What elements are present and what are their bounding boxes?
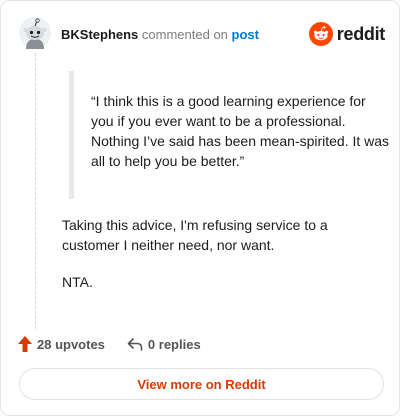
replies-button[interactable]: 0 replies [127, 337, 201, 352]
reddit-snoo-icon [308, 22, 333, 46]
user-avatar-icon[interactable] [19, 17, 51, 49]
quoted-text: “I think this is a good learning experie… [91, 93, 390, 169]
upvote-button[interactable]: 28 upvotes [18, 336, 105, 352]
comment-header: BKStephens commented on post reddit [19, 17, 385, 51]
comment-paragraph: Taking this advice, I'm refusing service… [62, 217, 328, 253]
reddit-logo[interactable]: reddit [308, 21, 386, 47]
comment-paragraph: NTA. [62, 274, 93, 290]
reply-arrow-icon [127, 338, 143, 351]
comment-byline: BKStephens commented on post [61, 27, 259, 42]
reddit-wordmark: reddit [336, 23, 386, 44]
upvote-arrow-icon [18, 336, 32, 352]
view-more-button[interactable]: View more on Reddit [19, 368, 384, 400]
author-username[interactable]: BKStephens [61, 27, 138, 42]
comment-actions: 28 upvotes 0 replies [18, 333, 201, 355]
reply-count: 0 replies [147, 336, 201, 352]
post-link[interactable]: post [232, 27, 259, 42]
upvote-count: 28 upvotes [37, 336, 105, 352]
byline-action-text: commented on [141, 27, 228, 42]
embedded-comment-card: BKStephens commented on post reddit “I t… [0, 0, 400, 416]
blockquote-bar [69, 71, 74, 199]
thread-line [35, 53, 36, 329]
